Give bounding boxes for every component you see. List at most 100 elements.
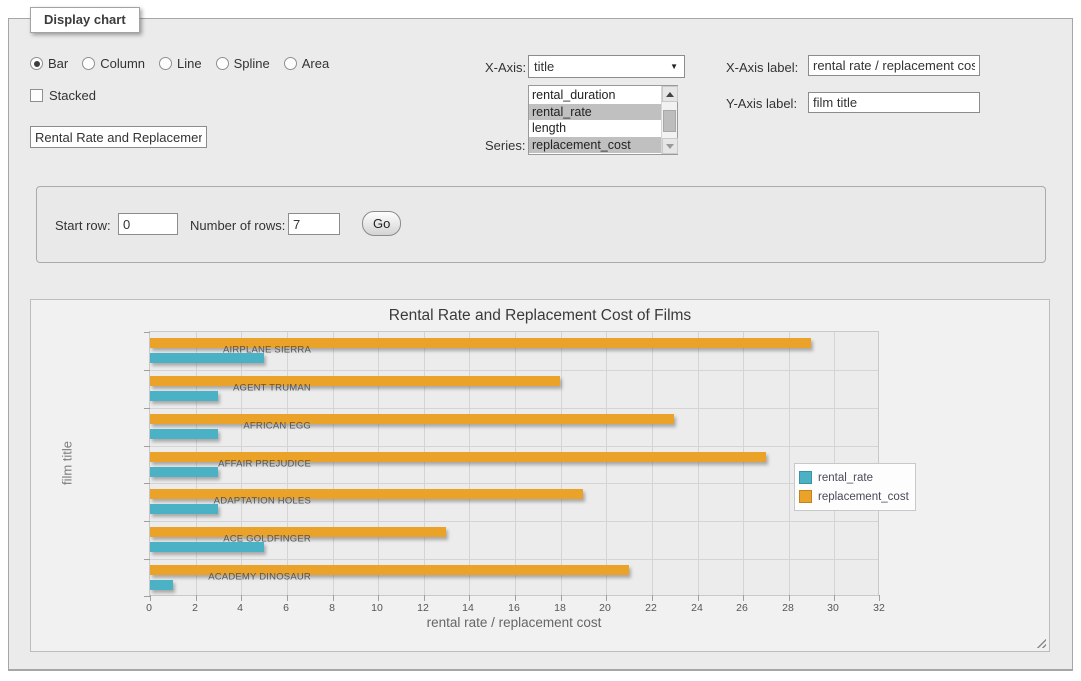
go-button[interactable]: Go <box>362 211 401 236</box>
x-tick-label: 20 <box>599 602 611 614</box>
x-tick-mark <box>606 595 607 601</box>
y-axis-label-field-label: Y-Axis label: <box>726 96 797 111</box>
y-tick-mark <box>144 596 150 597</box>
triangle-down-icon <box>666 144 674 149</box>
gridline <box>378 332 379 595</box>
chart-container: Rental Rate and Replacement Cost of Film… <box>30 299 1050 652</box>
radio-circle-icon[interactable] <box>216 57 229 70</box>
x-tick-label: 12 <box>417 602 429 614</box>
series-option-length[interactable]: length <box>529 120 661 137</box>
x-axis-select-label: X-Axis: <box>485 60 526 75</box>
bar-rental_rate <box>150 391 218 401</box>
legend-label: rental_rate <box>818 472 873 484</box>
app-page: Display chart Bar Column Line Spline Area St… <box>0 0 1081 681</box>
num-rows-input[interactable] <box>288 213 340 235</box>
panel-title: Display chart <box>30 7 140 33</box>
series-option-rental_rate[interactable]: rental_rate <box>529 104 661 121</box>
series-options: rental_durationrental_ratelengthreplacem… <box>529 86 661 154</box>
x-axis-label-field-label: X-Axis label: <box>726 60 798 75</box>
x-tick-mark <box>743 595 744 601</box>
x-tick-mark <box>424 595 425 601</box>
x-tick-label: 18 <box>554 602 566 614</box>
y-category-label: ACE GOLDFINGER <box>223 534 311 545</box>
stacked-checkbox[interactable] <box>30 89 43 102</box>
x-tick-mark <box>469 595 470 601</box>
radio-label: Bar <box>48 56 68 71</box>
y-tick-mark <box>144 370 150 371</box>
x-axis-title: rental rate / replacement cost <box>149 615 879 630</box>
scroll-up-button[interactable] <box>662 86 678 102</box>
y-category-label: ADAPTATION HOLES <box>214 496 311 507</box>
radio-bar[interactable]: Bar <box>30 56 68 71</box>
gridline <box>150 483 878 484</box>
radio-circle-icon[interactable] <box>159 57 172 70</box>
gridline <box>561 332 562 595</box>
radio-column[interactable]: Column <box>82 56 145 71</box>
num-rows-label: Number of rows: <box>190 218 285 233</box>
gridline <box>150 408 878 409</box>
x-tick-mark <box>196 595 197 601</box>
x-tick-label: 4 <box>237 602 243 614</box>
x-tick-label: 0 <box>146 602 152 614</box>
x-tick-mark <box>879 595 880 601</box>
radio-label: Spline <box>234 56 270 71</box>
chevron-down-icon: ▼ <box>670 62 678 71</box>
start-row-input[interactable] <box>118 213 178 235</box>
x-tick-mark <box>834 595 835 601</box>
series-multiselect[interactable]: rental_durationrental_ratelengthreplacem… <box>528 85 678 155</box>
x-tick-mark <box>333 595 334 601</box>
bar-replacement_cost <box>150 414 674 424</box>
bar-rental_rate <box>150 467 218 477</box>
chart-title-input[interactable] <box>30 126 207 148</box>
radio-area[interactable]: Area <box>284 56 329 71</box>
gridline <box>469 332 470 595</box>
radio-circle-icon[interactable] <box>82 57 95 70</box>
x-tick-mark <box>241 595 242 601</box>
chart-legend: rental_ratereplacement_cost <box>794 463 916 511</box>
gridline <box>789 332 790 595</box>
gridline <box>150 370 878 371</box>
bar-rental_rate <box>150 580 173 590</box>
y-category-label: ACADEMY DINOSAUR <box>208 572 311 583</box>
x-tick-mark <box>378 595 379 601</box>
y-tick-mark <box>144 332 150 333</box>
gridline <box>698 332 699 595</box>
x-axis-label-input[interactable] <box>808 55 980 76</box>
scrollbar-thumb[interactable] <box>663 110 676 132</box>
radio-line[interactable]: Line <box>159 56 202 71</box>
chart-title: Rental Rate and Replacement Cost of Film… <box>31 307 1049 325</box>
y-axis-label-input[interactable] <box>808 92 980 113</box>
x-tick-label: 26 <box>736 602 748 614</box>
y-tick-mark <box>144 521 150 522</box>
legend-item-rental_rate: rental_rate <box>799 468 909 487</box>
bar-replacement_cost <box>150 376 560 386</box>
radio-circle-icon[interactable] <box>284 57 297 70</box>
y-tick-mark <box>144 559 150 560</box>
resize-handle-icon[interactable] <box>1035 637 1046 648</box>
gridline <box>652 332 653 595</box>
start-row-label: Start row: <box>55 218 111 233</box>
x-tick-mark <box>652 595 653 601</box>
scroll-down-button[interactable] <box>662 138 678 154</box>
x-tick-label: 10 <box>371 602 383 614</box>
radio-spline[interactable]: Spline <box>216 56 270 71</box>
gridline <box>424 332 425 595</box>
bar-rental_rate <box>150 504 218 514</box>
x-axis-select[interactable]: title ▼ <box>528 55 685 78</box>
series-list-scrollbar[interactable] <box>661 86 677 154</box>
x-tick-label: 14 <box>462 602 474 614</box>
gridline <box>150 559 878 560</box>
gridline <box>743 332 744 595</box>
series-option-replacement_cost[interactable]: replacement_cost <box>529 137 661 154</box>
radio-label: Area <box>302 56 329 71</box>
chart-type-radio-group: Bar Column Line Spline Area <box>30 56 329 71</box>
radio-circle-icon[interactable] <box>30 57 43 70</box>
x-tick-label: 28 <box>782 602 794 614</box>
row-range-box <box>36 186 1046 263</box>
series-option-rental_duration[interactable]: rental_duration <box>529 87 661 104</box>
gridline <box>150 446 878 447</box>
x-tick-mark <box>287 595 288 601</box>
x-tick-label: 6 <box>283 602 289 614</box>
radio-label: Column <box>100 56 145 71</box>
stacked-checkbox-row: Stacked <box>30 88 96 103</box>
